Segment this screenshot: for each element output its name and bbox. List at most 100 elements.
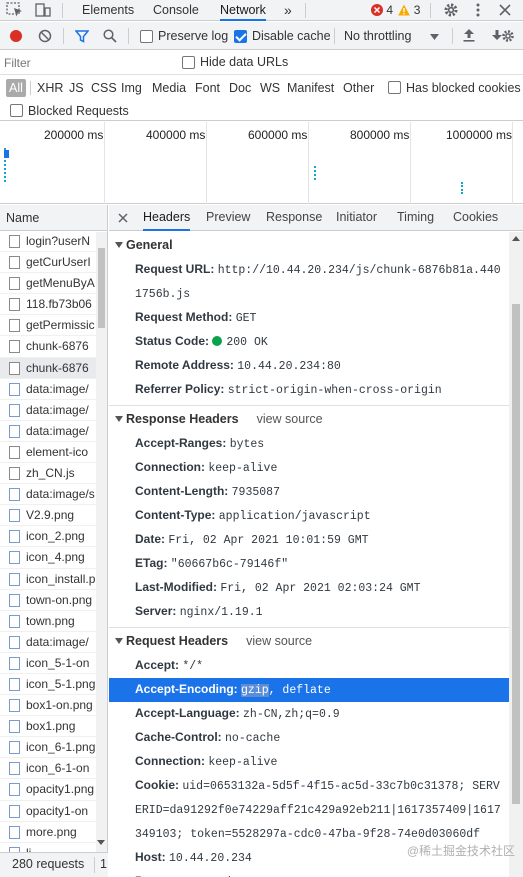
scrollbar-thumb[interactable] — [98, 248, 105, 328]
request-row[interactable]: V2.9.png — [0, 505, 107, 527]
request-row[interactable]: getCurUserI — [0, 252, 107, 274]
filter-type-ws[interactable]: WS — [257, 79, 283, 97]
request-row[interactable]: data:image/ — [0, 400, 107, 421]
tab-cookies[interactable]: Cookies — [453, 205, 498, 231]
clear-icon[interactable] — [38, 29, 52, 43]
header-row[interactable]: Pragma: no-cache — [109, 870, 509, 877]
view-source-link[interactable]: view source — [246, 634, 312, 648]
tab-timing[interactable]: Timing — [397, 205, 434, 231]
tab-response[interactable]: Response — [266, 205, 322, 231]
close-icon[interactable] — [118, 213, 128, 223]
issues-badge[interactable]: 4 3 — [371, 2, 420, 18]
header-row[interactable]: Last-Modified: Fri, 02 Apr 2021 02:03:24… — [109, 576, 509, 600]
request-row[interactable]: data:image/ — [0, 421, 107, 442]
header-row[interactable]: Connection: keep-alive — [109, 456, 509, 480]
header-row[interactable]: Accept-Encoding: gzip, deflate — [109, 678, 509, 702]
request-row[interactable]: li — [0, 843, 107, 852]
filter-type-js[interactable]: JS — [66, 79, 87, 97]
request-row[interactable]: chunk-6876 — [0, 336, 107, 358]
filter-type-doc[interactable]: Doc — [226, 79, 254, 97]
chevron-down-icon[interactable] — [430, 34, 439, 40]
tab-network[interactable]: Network — [220, 0, 266, 21]
request-row[interactable]: icon_6-1-on — [0, 758, 107, 780]
header-row[interactable]: Accept-Ranges: bytes — [109, 432, 509, 456]
view-source-link[interactable]: view source — [257, 412, 323, 426]
request-row[interactable]: 118.fb73b06 — [0, 294, 107, 316]
request-row[interactable]: element-ico — [0, 442, 107, 464]
header-row[interactable]: Status Code: 200 OK — [109, 330, 509, 354]
request-row[interactable]: icon_4.png — [0, 547, 107, 569]
hide-data-urls-checkbox[interactable] — [182, 56, 195, 69]
header-row[interactable]: Request Method: GET — [109, 306, 509, 330]
header-row[interactable]: Cache-Control: no-cache — [109, 726, 509, 750]
request-row[interactable]: data:image/ — [0, 379, 107, 400]
filter-type-media[interactable]: Media — [149, 79, 189, 97]
request-row[interactable]: data:image/s — [0, 484, 107, 506]
header-row[interactable]: Content-Type: application/javascript — [109, 504, 509, 528]
request-headers-section-header[interactable]: Request Headers view source — [109, 628, 509, 654]
record-icon[interactable] — [9, 29, 23, 43]
filter-type-other[interactable]: Other — [340, 79, 377, 97]
filter-type-css[interactable]: CSS — [88, 79, 120, 97]
request-row[interactable]: icon_5-1-on — [0, 653, 107, 674]
header-row[interactable]: Accept-Language: zh-CN,zh;q=0.9 — [109, 702, 509, 726]
inspect-element-icon[interactable] — [6, 2, 24, 18]
request-row[interactable]: icon_2.png — [0, 526, 107, 548]
request-row[interactable]: town-on.png — [0, 590, 107, 611]
header-row[interactable]: Remote Address: 10.44.20.234:80 — [109, 354, 509, 378]
header-row[interactable]: Accept: */* — [109, 654, 509, 678]
network-overview[interactable]: 200000 ms 400000 ms 600000 ms 800000 ms … — [0, 122, 523, 204]
blocked-requests-checkbox[interactable] — [10, 104, 23, 117]
tab-preview[interactable]: Preview — [206, 205, 250, 231]
filter-input[interactable] — [4, 54, 168, 72]
request-row[interactable]: chunk-6876 — [0, 357, 107, 379]
request-row[interactable]: opacity1-on — [0, 801, 107, 822]
request-row[interactable]: getPermissic — [0, 315, 107, 337]
request-row[interactable]: getMenuByA — [0, 273, 107, 295]
request-row[interactable]: box1-on.png — [0, 695, 107, 717]
request-row[interactable]: more.png — [0, 822, 107, 843]
name-column-header[interactable]: Name — [0, 205, 107, 231]
filter-type-font[interactable]: Font — [192, 79, 223, 97]
header-row[interactable]: Connection: keep-alive — [109, 750, 509, 774]
header-row[interactable]: Cookie: uid=0653132a-5d5f-4f15-ac5d-33c7… — [109, 774, 509, 846]
throttling-select[interactable]: No throttling — [344, 28, 411, 44]
filter-type-manifest[interactable]: Manifest — [284, 79, 337, 97]
scroll-down-arrow[interactable] — [97, 840, 105, 845]
request-row[interactable]: icon_install.p — [0, 569, 107, 590]
upload-icon[interactable] — [462, 28, 476, 43]
network-settings-icon[interactable] — [500, 28, 516, 44]
request-row[interactable]: icon_6-1.png — [0, 737, 107, 759]
header-row[interactable]: Server: nginx/1.19.1 — [109, 600, 509, 624]
tab-initiator[interactable]: Initiator — [336, 205, 377, 231]
scrollbar-thumb[interactable] — [512, 304, 520, 804]
disable-cache-checkbox[interactable] — [234, 30, 247, 43]
preserve-log-checkbox[interactable] — [140, 30, 153, 43]
request-row[interactable]: icon_5-1.png — [0, 674, 107, 696]
search-icon[interactable] — [103, 29, 117, 43]
filter-icon[interactable] — [75, 29, 89, 43]
general-section-header[interactable]: General — [109, 232, 509, 258]
headers-scrollbar[interactable] — [509, 232, 523, 877]
request-row[interactable]: login?userN — [0, 231, 107, 253]
header-row[interactable]: Date: Fri, 02 Apr 2021 10:01:59 GMT — [109, 528, 509, 552]
close-icon[interactable] — [496, 2, 514, 18]
tab-elements[interactable]: Elements — [82, 0, 134, 21]
device-toolbar-icon[interactable] — [34, 2, 52, 18]
request-row[interactable]: data:image/ — [0, 632, 107, 653]
request-row[interactable]: town.png — [0, 611, 107, 632]
tab-headers[interactable]: Headers — [143, 205, 191, 231]
response-headers-section-header[interactable]: Response Headers view source — [109, 406, 509, 432]
tab-console[interactable]: Console — [153, 0, 199, 21]
gear-icon[interactable] — [442, 2, 460, 18]
more-options-icon[interactable] — [469, 2, 487, 18]
header-row[interactable]: Content-Length: 7935087 — [109, 480, 509, 504]
request-row[interactable]: box1.png — [0, 716, 107, 738]
request-row[interactable]: zh_CN.js — [0, 463, 107, 485]
header-row[interactable]: Request URL: http://10.44.20.234/js/chun… — [109, 258, 509, 306]
request-list-scrollbar[interactable] — [96, 232, 107, 852]
header-row[interactable]: Referrer Policy: strict-origin-when-cros… — [109, 378, 509, 402]
filter-type-img[interactable]: Img — [118, 79, 145, 97]
blocked-cookies-checkbox[interactable] — [388, 81, 401, 94]
request-row[interactable]: opacity1.png — [0, 779, 107, 801]
